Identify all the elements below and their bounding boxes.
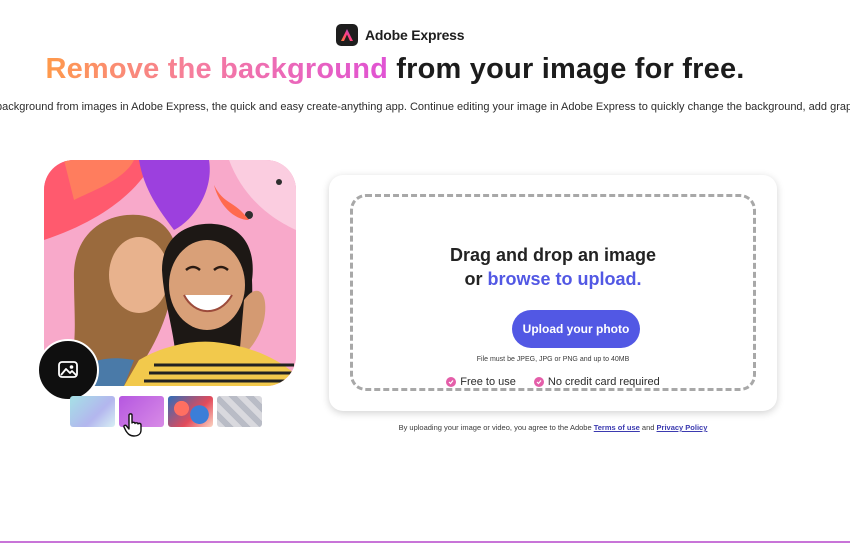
browse-link[interactable]: browse to upload. [488,269,642,289]
upload-photo-button[interactable]: Upload your photo [512,310,640,348]
sample-thumbnails [70,396,262,427]
upload-card: Drag and drop an image or browse to uplo… [329,175,777,411]
dropzone-or: or [464,269,488,289]
terms-prefix: By uploading your image or video, you ag… [398,423,594,432]
brand[interactable]: Adobe Express [336,24,465,46]
check-icon [446,377,457,387]
feature-free: Free to use [446,376,516,388]
dropzone-title-line2: or browse to upload. [353,267,753,291]
feature-no-credit-card: No credit card required [533,376,660,388]
file-requirements: File must be JPEG, JPG or PNG and up to … [476,356,630,363]
dropzone-title-line1: Drag and drop an image [449,245,657,265]
terms-notice: By uploading your image or video, you ag… [329,423,777,432]
headline-highlight: Remove the background [45,53,389,85]
sample-thumbnail[interactable] [217,396,262,427]
hand-pointer-icon [123,413,143,442]
feature-label: No credit card required [547,376,660,388]
dropzone-title: Drag and drop an image or browse to uplo… [353,243,753,291]
headline-rest: from your image for free. [388,53,745,85]
page-title: Remove the background from your image fo… [0,53,790,86]
feature-label: Free to use [460,376,516,388]
sample-thumbnail[interactable] [70,396,115,427]
dropzone[interactable]: Drag and drop an image or browse to uplo… [350,194,756,391]
feature-list: Free to use No credit card required [353,376,753,388]
terms-of-use-link[interactable]: Terms of use [594,423,640,432]
privacy-policy-link[interactable]: Privacy Policy [657,423,708,432]
check-icon [533,377,544,387]
sample-thumbnail[interactable] [168,396,213,427]
terms-and: and [639,423,657,432]
page-description: background from images in Adobe Express,… [0,101,850,113]
adobe-express-icon [336,24,358,46]
brand-name: Adobe Express [365,27,465,43]
image-icon [37,339,99,401]
